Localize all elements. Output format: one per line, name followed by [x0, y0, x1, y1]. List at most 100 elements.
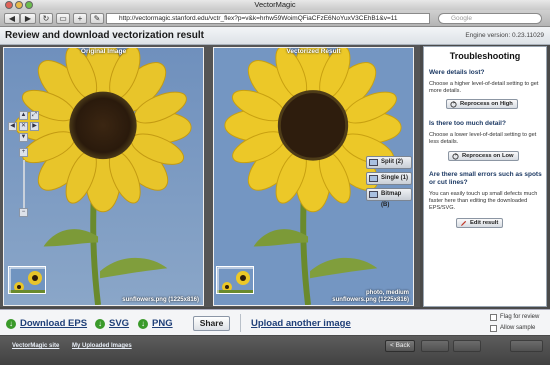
pan-right-button[interactable]: ▶: [30, 122, 39, 131]
download-icon: ↓: [138, 319, 148, 329]
zoom-slider[interactable]: [23, 160, 25, 208]
disabled-next-button: [510, 340, 543, 352]
vectorized-result-panel[interactable]: Vectorized Result Split (2) Single (1) B…: [213, 47, 414, 306]
too-much-detail-text: Choose a lower level-of-detail setting t…: [429, 132, 537, 145]
bookmarks-button[interactable]: ▭: [56, 13, 70, 24]
download-icon: ↓: [95, 319, 105, 329]
address-text: http://vectormagic.stanford.edu/vctr_fle…: [119, 15, 398, 22]
window-title-bar: VectorMagic: [0, 0, 550, 10]
share-button[interactable]: Share: [193, 316, 230, 331]
reprocess-high-label: Reprocess on High: [460, 101, 513, 107]
vectorized-caption-file: sunflowers.png (1225x816): [332, 297, 409, 303]
left-arrow-icon: ◀: [10, 123, 15, 129]
too-much-detail-question: Is there too much detail?: [429, 120, 506, 127]
forward-button[interactable]: ▶: [20, 13, 36, 24]
pan-left-button[interactable]: ◀: [8, 122, 17, 131]
search-input[interactable]: Google: [438, 13, 542, 24]
up-arrow-icon: ▲: [20, 112, 27, 118]
pan-up-button[interactable]: ▲: [19, 111, 28, 120]
address-bar[interactable]: http://vectormagic.stanford.edu/vctr_fle…: [106, 13, 430, 24]
single-view-button[interactable]: Single (1): [366, 172, 412, 185]
back-arrow-icon: ◀: [8, 14, 16, 23]
zoom-out-button[interactable]: −: [19, 208, 28, 217]
window-title: VectorMagic: [254, 0, 296, 9]
reprocess-high-button[interactable]: Reprocess on High: [446, 99, 518, 109]
reload-button[interactable]: ↻: [39, 13, 53, 24]
refresh-icon: [450, 101, 457, 108]
edit-result-button[interactable]: Edit result: [456, 218, 504, 228]
fit-icon: ⤢: [32, 112, 37, 118]
thumbnail-image: [9, 267, 45, 293]
allow-sample-checkbox[interactable]: [490, 325, 497, 332]
browser-toolbar: ◀ ▶ ↻ ▭ + ✎ http://vectormagic.stanford.…: [0, 10, 550, 27]
right-arrow-icon: ▶: [32, 123, 37, 129]
split-view-icon: [369, 159, 378, 166]
upload-another-image-link[interactable]: Upload another image: [251, 318, 351, 329]
allow-sample-label: Allow sample: [500, 325, 536, 331]
bitmap-view-icon: [369, 191, 378, 198]
down-arrow-icon: ▼: [20, 134, 27, 140]
small-errors-text: You can easily touch up small defects mu…: [429, 191, 538, 211]
download-icon: ↓: [6, 319, 16, 329]
flag-for-review-label: Flag for review: [500, 314, 540, 320]
original-panel-title: Original Image: [80, 48, 127, 55]
add-bookmark-button[interactable]: +: [73, 13, 87, 24]
minimize-window-button[interactable]: [15, 1, 23, 9]
zoom-window-button[interactable]: [25, 1, 33, 9]
close-window-button[interactable]: [5, 1, 13, 9]
pan-down-button[interactable]: ▼: [19, 133, 28, 142]
single-view-icon: [369, 175, 378, 182]
vector-navigator-thumbnail[interactable]: [216, 266, 254, 294]
refresh-icon: [452, 153, 459, 160]
vectormagic-site-link[interactable]: VectorMagic site: [12, 343, 59, 349]
footer-bar: VectorMagic site My Uploaded Images < Ba…: [0, 336, 550, 365]
zoom-out-icon: −: [21, 209, 26, 215]
small-errors-question: Are there small errors such as spots or …: [429, 171, 542, 186]
details-lost-text: Choose a higher level-of-detail setting …: [429, 81, 539, 94]
zoom-in-icon: +: [21, 149, 26, 155]
download-svg-link[interactable]: SVG: [109, 318, 129, 329]
back-step-button[interactable]: < Back: [385, 340, 415, 352]
download-png-link[interactable]: PNG: [152, 318, 173, 329]
search-placeholder: Google: [451, 15, 472, 22]
troubleshooting-title: Troubleshooting: [449, 51, 521, 61]
original-caption: sunflowers.png (1225x816): [122, 297, 199, 303]
bitmap-view-button[interactable]: Bitmap (B): [366, 188, 412, 208]
split-view-label: Split (2): [381, 159, 403, 165]
download-eps-link[interactable]: Download EPS: [20, 318, 87, 329]
disabled-step-button: [421, 340, 449, 352]
pencil-icon: ✎: [93, 14, 101, 23]
center-icon: ✕: [20, 123, 27, 129]
reprocess-low-button[interactable]: Reprocess on Low: [448, 151, 519, 161]
original-image-panel[interactable]: Original Image ▲ ◀ ✕ ▶ ▼ ⤢ + − sunflower…: [3, 47, 204, 306]
edit-button[interactable]: ✎: [90, 13, 104, 24]
details-lost-question: Were details lost?: [429, 69, 485, 76]
split-view-button[interactable]: Split (2): [366, 156, 412, 169]
engine-version: Engine version: 0.23.11029: [465, 32, 544, 39]
fit-view-button[interactable]: ⤢: [30, 111, 39, 120]
vectorized-caption: photo, medium sunflowers.png (1225x816): [332, 290, 409, 304]
edit-result-label: Edit result: [470, 220, 499, 226]
single-view-label: Single (1): [381, 175, 409, 181]
reset-view-button[interactable]: ✕: [19, 122, 28, 131]
navigator-thumbnail[interactable]: [8, 266, 46, 294]
flag-for-review-checkbox[interactable]: [490, 314, 497, 321]
reload-icon: ↻: [42, 14, 50, 23]
pencil-icon: [460, 220, 467, 227]
reprocess-low-label: Reprocess on Low: [462, 153, 514, 159]
bookmarks-icon: ▭: [59, 14, 67, 23]
divider: [240, 314, 241, 332]
troubleshooting-panel: Troubleshooting Were details lost? Choos…: [423, 46, 547, 307]
vector-thumbnail-image: [217, 267, 253, 293]
vectorized-panel-title: Vectorized Result: [286, 48, 341, 55]
back-button[interactable]: ◀: [4, 13, 20, 24]
zoom-in-button[interactable]: +: [19, 148, 28, 157]
forward-arrow-icon: ▶: [24, 14, 32, 23]
page-title: Review and download vectorization result: [5, 30, 204, 41]
comparison-stage: Original Image ▲ ◀ ✕ ▶ ▼ ⤢ + − sunflower…: [0, 45, 420, 307]
plus-icon: +: [77, 14, 83, 23]
download-bar: ↓ Download EPS ↓ SVG ↓ PNG Share Upload …: [0, 309, 550, 335]
my-uploaded-images-link[interactable]: My Uploaded Images: [72, 343, 132, 349]
vectorized-caption-settings: photo, medium: [366, 290, 409, 296]
disabled-step-button: [453, 340, 481, 352]
